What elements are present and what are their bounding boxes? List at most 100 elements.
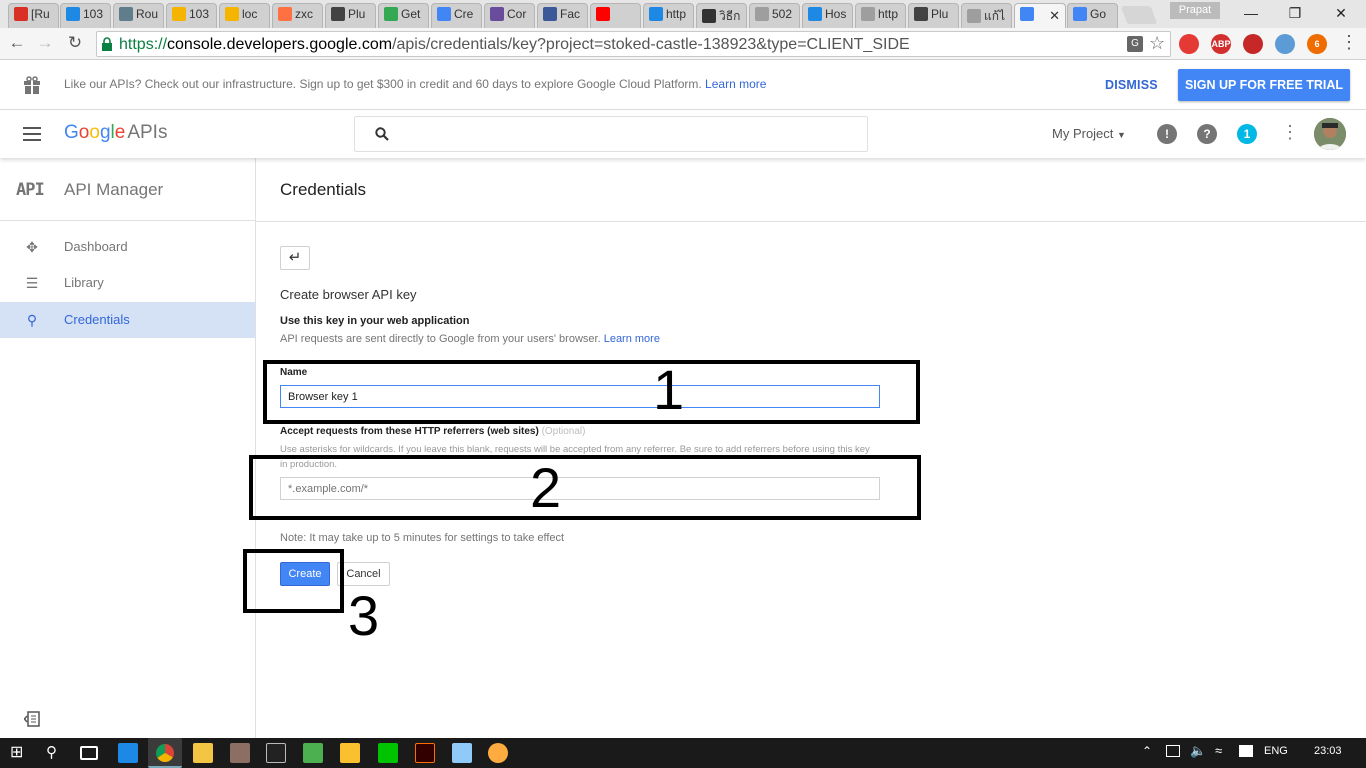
router-icon xyxy=(119,7,133,21)
api-manager-logo: API xyxy=(16,180,45,200)
promo-bar: Like our APIs? Check out our infrastruct… xyxy=(0,60,1366,110)
collapse-sidebar-icon[interactable] xyxy=(24,711,40,727)
tab[interactable]: 103 xyxy=(60,3,111,28)
tab[interactable]: Go xyxy=(1067,3,1118,28)
close-window-button[interactable]: ✕ xyxy=(1318,0,1364,26)
chrome-taskbar-item[interactable] xyxy=(148,738,182,768)
chrome-menu-icon[interactable]: ⋮ xyxy=(1340,32,1358,53)
translate-icon[interactable]: G xyxy=(1127,36,1143,52)
close-tab-icon[interactable]: ✕ xyxy=(1049,8,1060,24)
notepad-icon[interactable] xyxy=(452,743,472,763)
promo-learn-more-link[interactable]: Learn more xyxy=(705,77,766,91)
feedback-icon[interactable]: ! xyxy=(1157,124,1177,144)
opera-icon[interactable] xyxy=(1179,34,1199,54)
adblock-icon[interactable]: ABP xyxy=(1211,34,1231,54)
project-name: My Project xyxy=(1052,126,1114,141)
tab[interactable]: Cre xyxy=(431,3,482,28)
optional-label: (Optional) xyxy=(541,426,586,437)
dismiss-button[interactable]: DISMISS xyxy=(1105,78,1158,92)
reload-icon[interactable]: ↻ xyxy=(64,32,86,54)
tab-label: Plu xyxy=(931,7,949,21)
tab[interactable]: loc xyxy=(219,3,270,28)
bootstrap-icon xyxy=(490,7,504,21)
new-tab-button[interactable] xyxy=(1120,6,1158,24)
tab-label: 103 xyxy=(189,7,210,21)
tab[interactable]: Fac xyxy=(537,3,588,28)
site-icon xyxy=(702,9,716,23)
tab[interactable]: http xyxy=(855,3,906,28)
terminal-icon[interactable] xyxy=(266,743,286,763)
notifications-badge[interactable]: 1 xyxy=(1237,124,1257,144)
lock-icon xyxy=(102,37,112,51)
restore-button[interactable]: ❐ xyxy=(1272,0,1318,26)
tab-label: Rou xyxy=(136,7,159,21)
dashboard-icon: ✥ xyxy=(26,239,38,255)
edge-icon[interactable] xyxy=(118,743,138,763)
tab-label: Cre xyxy=(454,7,474,21)
tab[interactable]: Plu xyxy=(325,3,376,28)
more-options-icon[interactable]: ⋮ xyxy=(1281,122,1299,143)
sidebar-item-dashboard[interactable]: ✥ Dashboard xyxy=(0,229,255,265)
paint-icon[interactable] xyxy=(488,743,508,763)
extension-badge-icon[interactable]: 6 xyxy=(1307,34,1327,54)
action-center-icon[interactable] xyxy=(1239,745,1253,757)
avatar[interactable] xyxy=(1314,118,1346,150)
illustrator-icon[interactable] xyxy=(415,743,435,763)
back-arrow-icon[interactable]: ← xyxy=(6,32,28,54)
search-input[interactable] xyxy=(354,116,868,152)
task-view-icon[interactable] xyxy=(80,746,98,760)
tab[interactable]: 103 xyxy=(166,3,217,28)
search-icon[interactable]: ⚲ xyxy=(46,743,66,763)
back-button[interactable]: ↵ xyxy=(280,246,310,270)
sidebar-item-credentials[interactable]: ⚲ Credentials xyxy=(0,302,255,338)
google-apis-logo[interactable]: Google APIs xyxy=(64,122,167,144)
site-icon xyxy=(808,7,822,21)
sign-up-free-trial-button[interactable]: SIGN UP FOR FREE TRIAL xyxy=(1178,69,1350,101)
windows-start-icon[interactable]: ⊞ xyxy=(10,743,30,763)
help-icon[interactable]: ? xyxy=(1197,124,1217,144)
app-icon[interactable] xyxy=(230,743,250,763)
wifi-icon[interactable]: ≈ xyxy=(1215,743,1222,758)
tab[interactable]: http xyxy=(643,3,694,28)
network-app-icon[interactable] xyxy=(303,743,323,763)
dropdown-arrow-icon: ▼ xyxy=(1117,130,1126,140)
line-icon[interactable] xyxy=(378,743,398,763)
fastforward-icon[interactable] xyxy=(1243,34,1263,54)
minimize-button[interactable]: — xyxy=(1228,0,1274,26)
tab[interactable]: Plu xyxy=(908,3,959,28)
referrers-label-text: Accept requests from these HTTP referrer… xyxy=(280,426,539,437)
language-indicator[interactable]: ENG xyxy=(1264,745,1288,757)
back-arrow-icon: ↵ xyxy=(288,249,302,266)
tab[interactable]: Cor xyxy=(484,3,535,28)
annotation-box-3 xyxy=(243,549,344,613)
tab[interactable]: Hos xyxy=(802,3,853,28)
tab[interactable]: ✕ xyxy=(1014,3,1066,28)
sidebar-item-library[interactable]: ☰ Library xyxy=(0,265,255,301)
tab[interactable]: 502 xyxy=(749,3,800,28)
tab[interactable]: Rou xyxy=(113,3,164,28)
tab[interactable]: zxc xyxy=(272,3,323,28)
tab-label: Fac xyxy=(560,7,581,21)
bookmark-star-icon[interactable]: ☆ xyxy=(1149,33,1165,54)
extension-icon[interactable] xyxy=(1275,34,1295,54)
learn-more-link[interactable]: Learn more xyxy=(604,333,660,345)
tab[interactable]: [Ru xyxy=(8,3,59,28)
tab-label: Go xyxy=(1090,7,1107,21)
clock[interactable]: 23:03 xyxy=(1314,745,1342,757)
menu-icon[interactable] xyxy=(23,127,41,141)
address-bar[interactable]: https://console.developers.google.com/ap… xyxy=(96,31,1171,57)
tab[interactable]: Get xyxy=(378,3,429,28)
cancel-button[interactable]: Cancel xyxy=(337,562,390,586)
file-explorer-icon[interactable] xyxy=(193,743,213,763)
tab[interactable]: วิธีก xyxy=(696,3,747,28)
tab[interactable]: แก้ไ xyxy=(961,3,1012,28)
forward-arrow-icon[interactable]: → xyxy=(34,32,56,54)
facebook-icon xyxy=(543,7,557,21)
battery-icon[interactable] xyxy=(1166,745,1180,757)
tab[interactable] xyxy=(590,3,641,28)
project-selector[interactable]: My Project ▼ xyxy=(1052,126,1126,141)
profile-button[interactable]: Prapat xyxy=(1170,2,1220,19)
show-hidden-icons-icon[interactable]: ⌃ xyxy=(1142,744,1152,758)
volume-icon[interactable]: 🔈 xyxy=(1190,743,1206,759)
notes-icon[interactable] xyxy=(340,743,360,763)
